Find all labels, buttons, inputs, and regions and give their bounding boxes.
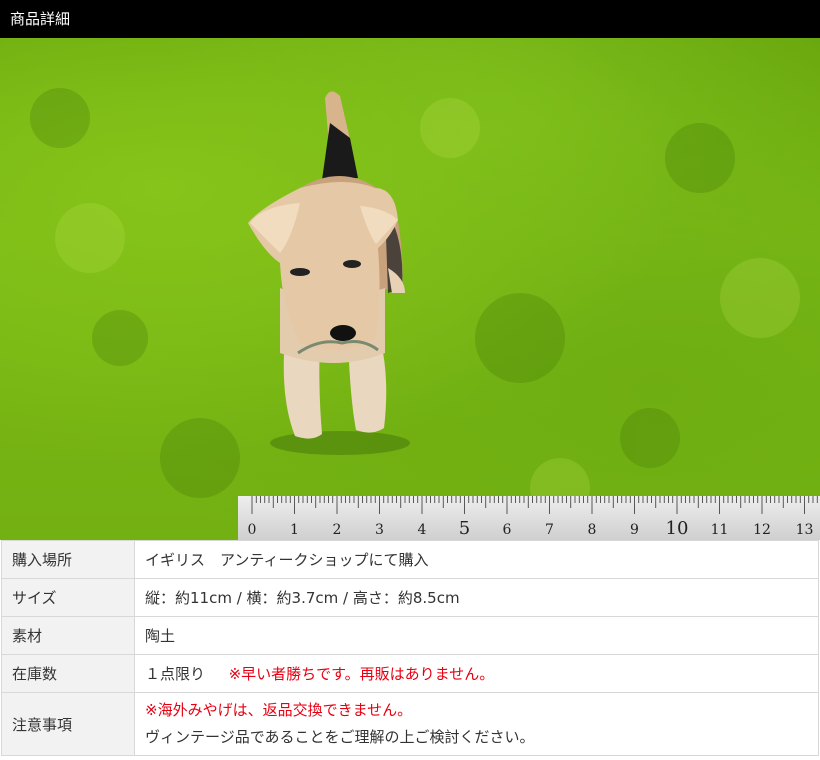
ruler-number: 4 bbox=[418, 522, 427, 538]
spec-value: イギリス アンティークショップにて購入 bbox=[134, 540, 819, 579]
spec-value: ※海外みやげは、返品交換できません。 ヴィンテージ品であることをご理解の上ご検討… bbox=[134, 692, 819, 756]
ruler-number: 13 bbox=[796, 522, 814, 538]
ruler-number: 5 bbox=[459, 518, 470, 539]
ruler-number: 10 bbox=[666, 518, 689, 539]
ruler-number: 9 bbox=[630, 522, 639, 538]
spec-row-notes: 注意事項 ※海外みやげは、返品交換できません。 ヴィンテージ品であることをご理解… bbox=[1, 692, 819, 756]
section-title: 商品詳細 bbox=[10, 10, 71, 28]
ruler-number: 6 bbox=[503, 522, 512, 538]
spec-row-stock: 在庫数 １点限り ※早い者勝ちです。再販はありません。 bbox=[1, 654, 819, 693]
stock-alert: ※早い者勝ちです。再販はありません。 bbox=[228, 665, 495, 683]
spec-row-material: 素材 陶土 bbox=[1, 616, 819, 655]
measuring-ruler: 0 1 2 3 4 5 6 7 8 9 10 11 12 13 bbox=[238, 496, 820, 540]
spec-label: 注意事項 bbox=[1, 692, 135, 756]
ruler-number: 1 bbox=[290, 522, 299, 538]
vintage-note: ヴィンテージ品であることをご理解の上ご検討ください。 bbox=[145, 728, 535, 746]
ruler-number: 0 bbox=[248, 522, 257, 538]
spec-row-purchase-place: 購入場所 イギリス アンティークショップにて購入 bbox=[1, 540, 819, 579]
spec-value: 陶土 bbox=[134, 616, 819, 655]
spec-label: 購入場所 bbox=[1, 540, 135, 579]
ruler-number: 11 bbox=[711, 522, 729, 538]
spec-label: サイズ bbox=[1, 578, 135, 617]
no-return-note: ※海外みやげは、返品交換できません。 bbox=[145, 701, 413, 719]
ruler-number: 12 bbox=[753, 522, 771, 538]
dog-figurine-illustration bbox=[30, 88, 800, 518]
spec-value: 縦：約11cm / 横：約3.7cm / 高さ：約8.5cm bbox=[134, 578, 819, 617]
ruler-number: 8 bbox=[588, 522, 597, 538]
ruler-number: 3 bbox=[375, 522, 384, 538]
stock-count: １点限り bbox=[145, 665, 206, 683]
spec-label: 素材 bbox=[1, 616, 135, 655]
product-photo: 0 1 2 3 4 5 6 7 8 9 10 11 12 13 bbox=[0, 38, 820, 540]
spec-row-size: サイズ 縦：約11cm / 横：約3.7cm / 高さ：約8.5cm bbox=[1, 578, 819, 617]
section-header: 商品詳細 bbox=[0, 0, 820, 38]
ruler-number: 7 bbox=[545, 522, 554, 538]
spec-table: 購入場所 イギリス アンティークショップにて購入 サイズ 縦：約11cm / 横… bbox=[1, 540, 819, 756]
spec-label: 在庫数 bbox=[1, 654, 135, 693]
ruler-number: 2 bbox=[333, 522, 342, 538]
spec-value: １点限り ※早い者勝ちです。再販はありません。 bbox=[134, 654, 819, 693]
